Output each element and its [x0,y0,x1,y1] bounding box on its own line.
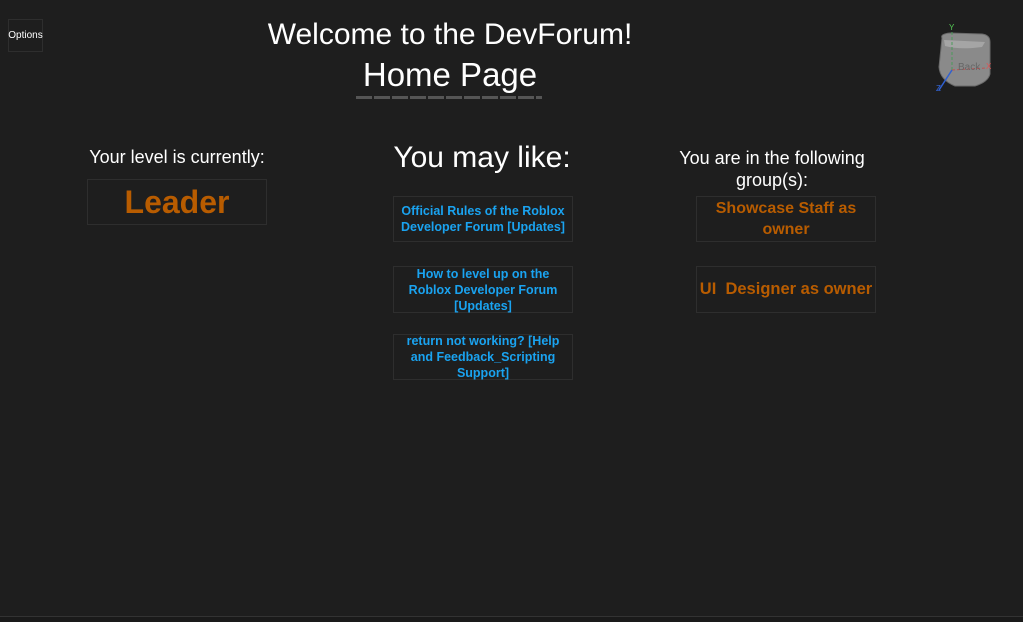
group-badge: UI Designer as owner [696,266,876,313]
level-label: Your level is currently: [77,147,277,168]
suggestion-link[interactable]: return not working? [Help and Feedback_S… [393,334,573,380]
title-underline [356,96,542,99]
view-cube-face-label: Back [958,62,980,73]
page-title: Home Page [0,56,900,94]
x-axis-label: X [986,62,991,71]
z-axis-label: Z [936,84,941,93]
suggestions-title: You may like: [382,141,582,175]
view-cube[interactable]: Back Y X Z [930,22,995,97]
y-axis-label: Y [949,23,954,32]
welcome-title: Welcome to the DevForum! [0,18,900,52]
suggestion-link[interactable]: How to level up on the Roblox Developer … [393,266,573,313]
groups-label: You are in the following group(s): [672,147,872,191]
level-badge: Leader [87,179,267,225]
bottom-bar [0,616,1023,622]
group-badge: Showcase Staff as owner [696,196,876,242]
suggestion-link[interactable]: Official Rules of the Roblox Developer F… [393,196,573,242]
